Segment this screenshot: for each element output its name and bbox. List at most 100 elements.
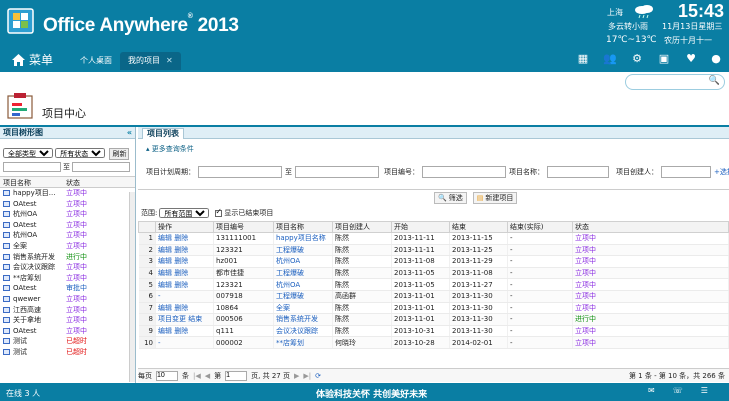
column-header[interactable]: 结束(实际) (507, 221, 573, 233)
message-icon[interactable]: ✉ (648, 386, 655, 395)
type-select[interactable]: 全部类型 (3, 148, 53, 158)
refresh-button[interactable]: 刷新 (109, 148, 130, 160)
tree-list-item[interactable]: **店筹划 立项中 (0, 273, 135, 284)
project-name-link[interactable]: happy项目名称 (273, 232, 333, 245)
tree-list-item[interactable]: happy项目... 立项中 (0, 188, 135, 199)
more-conditions-toggle[interactable]: ▴ 更多查询条件 (146, 144, 194, 154)
project-name-link[interactable]: 工程爆破 (273, 244, 333, 257)
tree-list-item[interactable]: OAtest 立项中 (0, 326, 135, 337)
row-actions[interactable]: 编辑 删除 (155, 302, 214, 315)
project-name-link[interactable]: 杭州OA (273, 255, 333, 268)
column-header[interactable]: 开始 (391, 221, 450, 233)
row-actions[interactable]: 编辑 删除 (155, 244, 214, 257)
tree-list-item[interactable]: 关于拿地 立项中 (0, 315, 135, 326)
filter-button[interactable]: 🔍 筛选 (434, 192, 467, 204)
project-name-link[interactable]: 全案 (273, 302, 333, 315)
tree-list-item[interactable]: 销售系统开发 进行中 (0, 252, 135, 263)
tree-list-item[interactable]: qwewer 立项中 (0, 294, 135, 305)
main-menu-button[interactable]: 菜单 (12, 51, 53, 68)
tab-project-list[interactable]: 项目列表 (142, 128, 184, 139)
user-icon[interactable]: ● (709, 52, 723, 66)
project-name-link[interactable]: 工程爆破 (273, 290, 333, 303)
tree-list-item[interactable]: 全案 立项中 (0, 241, 135, 252)
tree-list-item[interactable]: OAtest 立项中 (0, 199, 135, 210)
tree-list-item[interactable]: 会议决议跟踪 立项中 (0, 262, 135, 273)
column-header[interactable]: 状态 (572, 221, 729, 233)
refresh-icon[interactable]: ⟳ (315, 372, 321, 380)
column-header[interactable]: 项目编号 (213, 221, 274, 233)
table-row[interactable]: 1 编辑 删除 131111001 happy项目名称 陈然 2013-11-11 2013… (138, 232, 729, 245)
pin-icon[interactable]: ♥ (684, 52, 698, 66)
status-select[interactable]: 所有状态 (55, 148, 106, 158)
tree-scrollbar[interactable] (129, 192, 135, 382)
row-actions[interactable]: 编辑 删除 (155, 232, 214, 245)
column-header[interactable] (138, 221, 156, 233)
project-code-input[interactable] (422, 166, 506, 178)
table-row[interactable]: 6-007918 工程爆破 高函群 2013-11-01 2013-11-30- 立项中 (138, 290, 729, 303)
period-end-input[interactable] (295, 166, 379, 178)
per-page-input[interactable] (156, 370, 178, 381)
date-from-input[interactable] (3, 162, 61, 172)
row-actions[interactable]: 编辑 删除 (155, 325, 214, 338)
online-count[interactable]: 在线 3 人 (6, 388, 40, 399)
users-icon[interactable]: 👥 (603, 52, 617, 66)
column-header[interactable]: 项目创建人 (332, 221, 392, 233)
project-doc-icon (3, 348, 10, 355)
tree-list-item[interactable]: OAtest 立项中 (0, 220, 135, 231)
table-row[interactable]: 2 编辑 删除 123321 工程爆破 陈然 2013-11-11 2013-11-25- 立… (138, 244, 729, 257)
first-page-icon[interactable]: |◀ (193, 372, 201, 380)
row-actions[interactable]: 编辑 删除 (155, 267, 214, 280)
project-name-link[interactable]: **店筹划 (273, 336, 333, 349)
column-header[interactable]: 结束 (449, 221, 508, 233)
project-name-link[interactable]: 销售系统开发 (273, 313, 333, 326)
tree-list-item[interactable]: 测试 已超时 (0, 347, 135, 358)
show-closed-checkbox[interactable] (215, 207, 223, 217)
table-row[interactable]: 7 编辑 删除 10864 全案 陈然 2013-11-01 2013-11-30- 立项中 (138, 302, 729, 315)
close-tab-icon[interactable]: ✕ (166, 56, 173, 65)
tree-list-item[interactable]: 杭州OA 立项中 (0, 209, 135, 220)
select-creator-link[interactable]: +选择 (714, 167, 729, 177)
chat-icon[interactable]: ☏ (673, 386, 683, 395)
column-header[interactable]: 操作 (155, 221, 214, 233)
new-project-button[interactable]: ▤ 新建项目 (472, 192, 518, 204)
row-actions[interactable]: 项目变更 结束 (155, 313, 214, 326)
apps-icon[interactable]: ▦ (576, 52, 590, 66)
column-header[interactable]: 项目名称 (273, 221, 333, 233)
project-name-link[interactable]: 杭州OA (273, 278, 333, 291)
tree-list-item[interactable]: 江西高速 立项中 (0, 305, 135, 316)
top-header: Office Anywhere® 2013 上海 多云转小雨 17℃~13℃ 1… (0, 0, 729, 72)
table-row[interactable]: 5 编辑 删除 123321 杭州OA 陈然 2013-11-05 2013-11-27- 立… (138, 278, 729, 291)
project-name-link[interactable]: 会议决议跟踪 (273, 325, 333, 338)
prev-page-icon[interactable]: ◀ (205, 372, 210, 380)
table-row[interactable]: 8 项目变更 结束 000506 销售系统开发 陈然 2013-11-01 2013-11-… (138, 313, 729, 326)
table-row[interactable]: 9 编辑 删除 q111 会议决议跟踪 陈然 2013-10-31 2013-11-30- 立… (138, 325, 729, 338)
gift-icon[interactable]: ▣ (657, 52, 671, 66)
table-row[interactable]: 10-000002 **店筹划 何晓玲 2013-10-28 2014-02-01- 立项… (138, 336, 729, 349)
tab-my-projects[interactable]: 我的项目 ✕ (120, 52, 181, 70)
gear-icon[interactable]: ⚙ (630, 52, 644, 66)
tree-list-item[interactable]: OAtest 审批中 (0, 283, 135, 294)
project-code: 123321 (213, 244, 274, 257)
tree-list-item[interactable]: 杭州OA 立项中 (0, 230, 135, 241)
creator-input[interactable] (661, 166, 711, 178)
project-name-link[interactable]: 工程爆破 (273, 267, 333, 280)
search-icon[interactable]: 🔍 (709, 76, 720, 86)
table-row[interactable]: 3 编辑 删除 hz001 杭州OA 陈然 2013-11-08 2013-11-29- 立项… (138, 255, 729, 268)
tab-personal-desktop[interactable]: 个人桌面 (72, 52, 120, 70)
global-search-input[interactable]: 🔍 (625, 74, 725, 90)
page-input[interactable] (225, 370, 248, 381)
row-actions[interactable]: - (155, 290, 214, 303)
last-page-icon[interactable]: ▶| (303, 372, 311, 380)
row-actions[interactable]: 编辑 删除 (155, 255, 214, 268)
scope-select[interactable]: 所有范围 (159, 208, 210, 218)
table-row[interactable]: 4 编辑 删除 都市佳捷 工程爆破 陈然 2013-11-05 2013-11-08- 立项中 (138, 267, 729, 280)
row-actions[interactable]: - (155, 336, 214, 349)
collapse-icon[interactable]: « (127, 127, 132, 139)
next-page-icon[interactable]: ▶ (294, 372, 299, 380)
date-to-input[interactable] (72, 162, 130, 172)
project-name-input[interactable] (547, 166, 609, 178)
row-actions[interactable]: 编辑 删除 (155, 278, 214, 291)
org-icon[interactable]: ☰ (701, 386, 708, 395)
tree-list-item[interactable]: 测试 已超时 (0, 336, 135, 347)
period-start-input[interactable] (198, 166, 282, 178)
